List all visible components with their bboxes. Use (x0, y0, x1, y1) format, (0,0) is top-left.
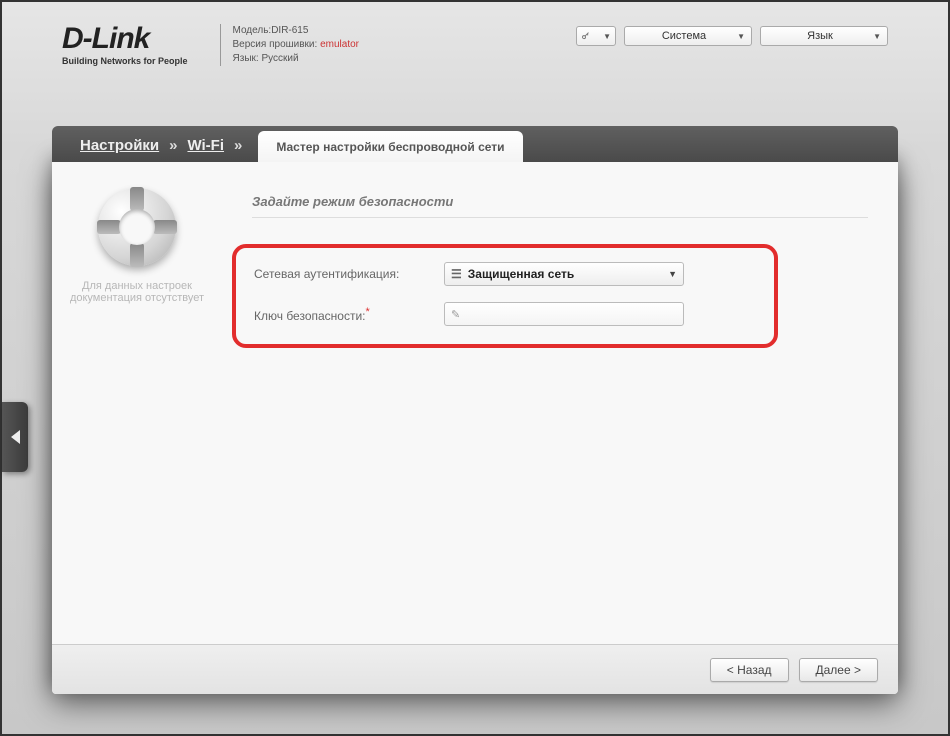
highlighted-form-region: Сетевая аутентификация: ☰ Защищенная сет… (232, 244, 778, 348)
chevron-down-icon: ▼ (873, 32, 881, 41)
breadcrumb-sep: » (228, 129, 248, 162)
list-icon: ☰ (451, 267, 462, 281)
expand-handle[interactable] (2, 402, 28, 472)
fw-link[interactable]: emulator (320, 39, 359, 50)
security-key-input[interactable] (466, 307, 677, 321)
language-dropdown[interactable]: Язык ▼ (760, 26, 888, 46)
breadcrumb-sep: » (163, 129, 183, 162)
device-info: Модель:DIR-615 Версия прошивки: emulator… (233, 24, 359, 66)
life-ring-icon (98, 188, 176, 266)
tab-wizard[interactable]: Мастер настройки беспроводной сети (258, 131, 522, 162)
pencil-icon: ✎ (451, 308, 460, 321)
tab-strip: Настройки » Wi-Fi » Мастер настройки бес… (52, 126, 898, 162)
key-label-text: Ключ безопасности: (254, 309, 366, 323)
breadcrumb-root[interactable]: Настройки (76, 129, 163, 162)
lang-label: Язык: (233, 53, 259, 64)
help-text: Для данных настроек документация отсутст… (64, 280, 210, 304)
brand-logo: D-Link Building Networks for People (62, 24, 188, 66)
key-label: Ключ безопасности:* (254, 306, 444, 323)
security-key-field-wrap[interactable]: ✎ (444, 302, 684, 326)
model-value: DIR-615 (271, 25, 308, 36)
logo-tagline: Building Networks for People (62, 56, 188, 66)
chevron-down-icon: ▼ (737, 32, 745, 41)
help-sidebar: Для данных настроек документация отсутст… (52, 162, 222, 644)
triangle-left-icon (11, 430, 20, 444)
system-label: Система (662, 30, 706, 42)
login-dropdown[interactable]: ▼ (576, 26, 616, 46)
divider (220, 24, 221, 66)
model-label: Модель: (233, 25, 272, 36)
chevron-down-icon: ▼ (668, 269, 677, 279)
auth-selected-value: Защищенная сеть (468, 267, 574, 281)
language-label: Язык (807, 30, 833, 42)
lang-value: Русский (261, 53, 298, 64)
section-title: Задайте режим безопасности (252, 194, 868, 218)
key-icon (581, 30, 590, 42)
back-button[interactable]: < Назад (710, 658, 789, 682)
breadcrumb-section[interactable]: Wi-Fi (183, 129, 228, 162)
fw-label: Версия прошивки: (233, 39, 318, 50)
next-button[interactable]: Далее > (799, 658, 879, 682)
auth-select[interactable]: ☰ Защищенная сеть ▼ (444, 262, 684, 286)
chevron-down-icon: ▼ (603, 32, 611, 41)
required-mark: * (366, 306, 370, 318)
auth-label: Сетевая аутентификация: (254, 267, 444, 281)
footer-bar: < Назад Далее > (52, 644, 898, 694)
system-dropdown[interactable]: Система ▼ (624, 26, 752, 46)
logo-text: D-Link (62, 24, 188, 54)
